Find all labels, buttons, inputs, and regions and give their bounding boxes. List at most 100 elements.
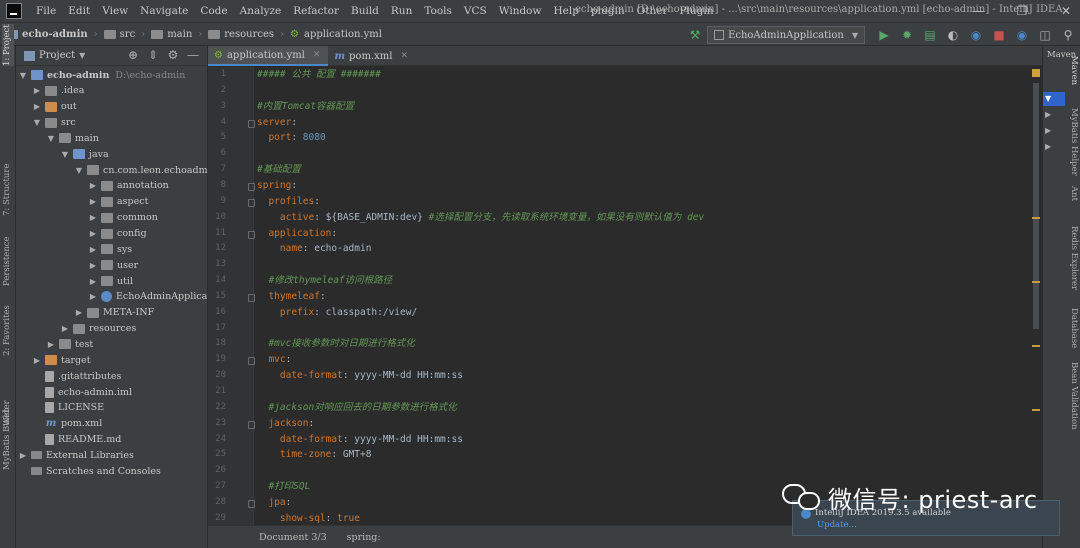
tree-item[interactable]: LICENSE	[16, 400, 104, 416]
fold-marker-icon[interactable]	[248, 499, 255, 508]
tool-window-mybatis-helper[interactable]: MyBatis Helper	[1069, 108, 1079, 176]
tree-item[interactable]: ▶ resources	[16, 321, 136, 337]
breadcrumb-resources[interactable]: resources ›	[202, 29, 284, 40]
coverage-icon[interactable]: ▤	[919, 25, 941, 45]
scrollbar-thumb[interactable]	[1033, 83, 1039, 329]
menu-view[interactable]: View	[96, 5, 134, 17]
chevron-down-icon[interactable]: ▼	[1045, 94, 1051, 103]
fold-marker-icon[interactable]	[248, 198, 255, 207]
tool-window-project[interactable]: 1: Project	[2, 24, 14, 66]
inspection-warning-icon[interactable]	[1032, 69, 1040, 77]
menu-navigate[interactable]: Navigate	[134, 5, 194, 17]
error-stripe-mark[interactable]	[1032, 345, 1040, 347]
tree-item[interactable]: ▶ common	[16, 210, 158, 226]
menu-tools[interactable]: Tools	[418, 5, 458, 17]
tree-item[interactable]: ▼ main	[16, 130, 99, 146]
chevron-right-icon[interactable]: ▶	[88, 277, 98, 286]
chevron-right-icon[interactable]: ▶	[88, 213, 98, 222]
fold-marker-icon[interactable]	[248, 119, 255, 128]
gear-icon[interactable]: ⚙	[163, 48, 183, 62]
chevron-right-icon[interactable]: ▶	[88, 261, 98, 270]
tool-window-bean-validation[interactable]: Bean Validation	[1069, 362, 1079, 430]
menu-run[interactable]: Run	[385, 5, 418, 17]
tree-item[interactable]: ▶ test	[16, 336, 93, 352]
editor-scrollbar[interactable]	[1030, 67, 1042, 525]
chevron-right-icon[interactable]: ▶	[1045, 110, 1051, 119]
tree-item[interactable]: ▶ aspect	[16, 194, 148, 210]
chevron-down-icon[interactable]: ▼	[46, 134, 56, 143]
chevron-right-icon[interactable]: ▶	[74, 308, 84, 317]
stop-icon[interactable]: ■	[988, 25, 1010, 45]
menu-window[interactable]: Window	[493, 5, 548, 17]
build-hammer-icon[interactable]: ⚒	[684, 25, 706, 45]
tree-item[interactable]: ▶ sys	[16, 241, 132, 257]
chevron-right-icon[interactable]: ▶	[18, 451, 28, 460]
chevron-right-icon[interactable]: ▶	[88, 292, 98, 301]
collapse-all-icon[interactable]: ⇕	[143, 48, 163, 62]
code-editor[interactable]: ##### 公共 配置 ####### #内置Tomcat容器配置 server: …	[255, 67, 1030, 525]
fold-marker-icon[interactable]	[248, 420, 255, 429]
chevron-right-icon[interactable]: ▶	[32, 86, 42, 95]
chevron-right-icon[interactable]: ▶	[32, 102, 42, 111]
run-icon[interactable]: ▶	[873, 25, 895, 45]
tree-item[interactable]: ▶ out	[16, 99, 77, 115]
tool-window-redis-explorer[interactable]: Redis Explorer	[1069, 226, 1079, 290]
tree-item[interactable]: .gitattributes	[16, 368, 121, 384]
breadcrumb-src[interactable]: src ›	[98, 29, 145, 40]
chevron-right-icon[interactable]: ▶	[88, 245, 98, 254]
fold-marker-icon[interactable]	[248, 293, 255, 302]
menu-file[interactable]: File	[30, 5, 62, 17]
chevron-right-icon[interactable]: ▶	[1045, 142, 1051, 151]
vcs-update-icon[interactable]: ◉	[1011, 25, 1033, 45]
tree-item[interactable]: ▶ External Libraries	[16, 447, 134, 463]
locate-file-icon[interactable]: ⊕	[123, 48, 143, 62]
profile-icon[interactable]: ◐	[942, 25, 964, 45]
tree-item[interactable]: ▼ cn.com.leon.echoadmin	[16, 162, 217, 178]
chevron-right-icon[interactable]: ▶	[46, 340, 56, 349]
fold-marker-icon[interactable]	[248, 230, 255, 239]
chevron-right-icon[interactable]: ▶	[88, 229, 98, 238]
error-stripe-mark[interactable]	[1032, 409, 1040, 411]
tree-item[interactable]: ▼ java	[16, 146, 109, 162]
tree-item[interactable]: ▶ EchoAdminApplication	[16, 289, 226, 305]
tab-application-yml[interactable]: ⚙ application.yml ✕	[208, 46, 329, 66]
yaml-path-breadcrumb[interactable]: spring:	[347, 532, 381, 543]
tree-item[interactable]: m pom.xml	[16, 416, 103, 432]
browser-icon[interactable]: ◉	[965, 25, 987, 45]
close-tab-icon[interactable]: ✕	[400, 51, 408, 61]
chevron-down-icon[interactable]: ▼	[74, 166, 84, 175]
menu-edit[interactable]: Edit	[62, 5, 96, 17]
tree-item[interactable]: ▶ META-INF	[16, 305, 154, 321]
breadcrumb-main[interactable]: main ›	[145, 29, 202, 40]
error-stripe-mark[interactable]	[1032, 281, 1040, 283]
close-tab-icon[interactable]: ✕	[313, 50, 321, 60]
menu-analyze[interactable]: Analyze	[234, 5, 288, 17]
fold-marker-icon[interactable]	[248, 182, 255, 191]
update-link[interactable]: Update...	[817, 520, 857, 530]
maximize-icon[interactable]: ❐	[1010, 2, 1034, 20]
tree-item[interactable]: ▶ annotation	[16, 178, 169, 194]
tree-item[interactable]: ▶ user	[16, 257, 138, 273]
project-structure-icon[interactable]: ◫	[1034, 25, 1056, 45]
menu-build[interactable]: Build	[345, 5, 385, 17]
menu-vcs[interactable]: VCS	[458, 5, 493, 17]
tool-window-mybatis-builder[interactable]: MyBatis Builder	[2, 400, 14, 470]
chevron-right-icon[interactable]: ▶	[1045, 126, 1051, 135]
minimize-icon[interactable]: —	[966, 2, 990, 20]
tree-item[interactable]: Scratches and Consoles	[16, 463, 161, 479]
tree-item[interactable]: ▼ echo-admin D:\echo-admin	[16, 67, 185, 83]
chevron-right-icon[interactable]: ▶	[32, 356, 42, 365]
debug-icon[interactable]: ✹	[896, 25, 918, 45]
tool-window-database[interactable]: Database	[1069, 308, 1079, 348]
tab-pom-xml[interactable]: m pom.xml ✕	[328, 46, 416, 66]
tree-item[interactable]: ▶ .idea	[16, 83, 85, 99]
chevron-right-icon[interactable]: ▶	[88, 181, 98, 190]
tool-window-ant[interactable]: Ant	[1069, 186, 1079, 201]
project-view-select[interactable]: Project	[39, 50, 75, 61]
chevron-right-icon[interactable]: ▶	[88, 197, 98, 206]
hide-panel-icon[interactable]: —	[183, 48, 203, 62]
menu-code[interactable]: Code	[194, 5, 233, 17]
tree-item[interactable]: ▶ util	[16, 273, 133, 289]
run-configuration-select[interactable]: EchoAdminApplication ▼	[707, 26, 865, 44]
tool-window-persistence[interactable]: Persistence	[2, 236, 14, 286]
